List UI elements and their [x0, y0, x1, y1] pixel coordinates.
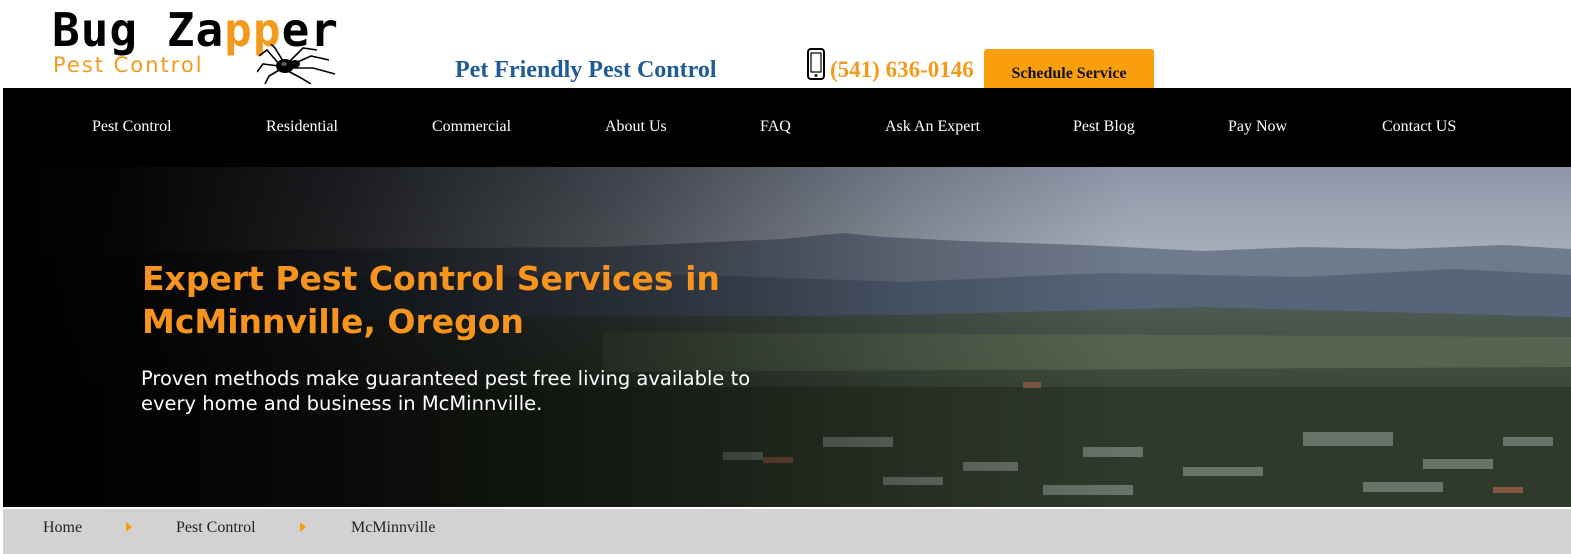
main-nav: Pest Control Residential Commercial Abou… [3, 88, 1571, 167]
nav-item-commercial[interactable]: Commercial [432, 118, 511, 136]
breadcrumb: Home Pest Control McMinnville [3, 509, 1571, 554]
nav-item-ask-an-expert[interactable]: Ask An Expert [885, 118, 980, 136]
mobile-phone-icon [807, 48, 825, 80]
nav-item-faq[interactable]: FAQ [760, 118, 791, 136]
nav-item-pest-blog[interactable]: Pest Blog [1073, 118, 1135, 136]
breadcrumb-pest-control[interactable]: Pest Control [176, 519, 256, 537]
site-header: Bug Zapper Pest Control Pet Friendly Pes… [0, 0, 1571, 99]
logo-subtitle: Pest Control [53, 53, 204, 77]
caret-right-icon [300, 522, 306, 532]
nav-item-pay-now[interactable]: Pay Now [1228, 118, 1287, 136]
caret-right-icon [126, 522, 132, 532]
nav-item-about-us[interactable]: About Us [605, 118, 667, 136]
breadcrumb-current: McMinnville [351, 519, 436, 536]
hero-subtitle: Proven methods make guaranteed pest free… [141, 367, 751, 415]
phone-number-link[interactable]: (541) 636-0146 [830, 57, 974, 83]
hero-banner: Expert Pest Control Services in McMinnvi… [3, 167, 1571, 507]
nav-item-residential[interactable]: Residential [266, 118, 338, 136]
breadcrumb-home[interactable]: Home [43, 519, 82, 537]
spider-icon [257, 44, 336, 84]
bug-zapper-logo[interactable]: Bug Zapper Pest Control [52, 4, 338, 84]
hero-title: Expert Pest Control Services in McMinnvi… [142, 259, 720, 341]
tagline: Pet Friendly Pest Control [455, 57, 717, 83]
nav-item-contact-us[interactable]: Contact US [1382, 118, 1456, 136]
nav-item-pest-control[interactable]: Pest Control [92, 118, 172, 136]
